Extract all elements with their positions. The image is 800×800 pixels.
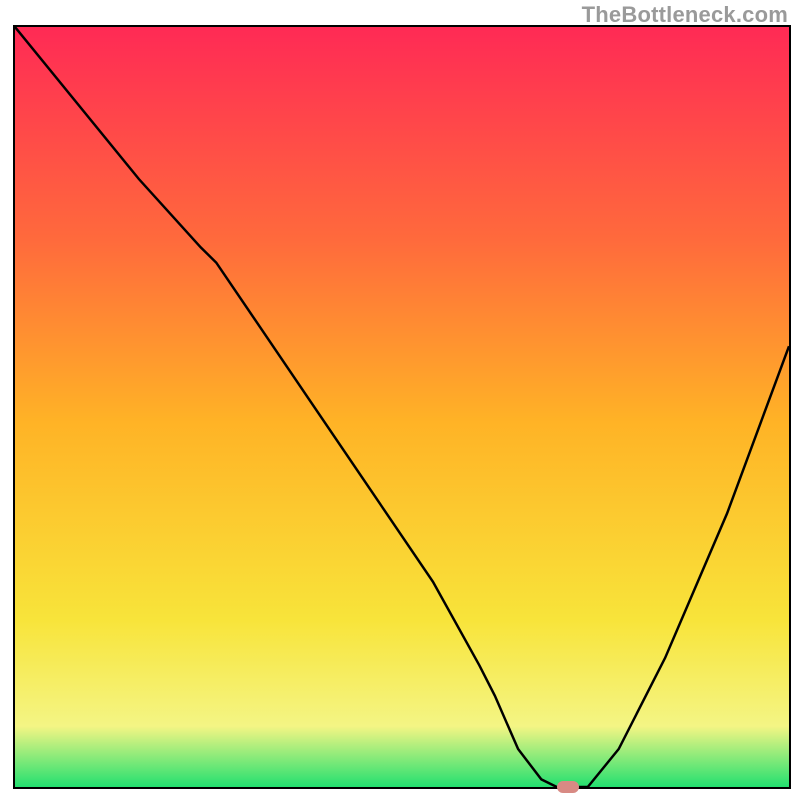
chart-frame: TheBottleneck.com: [0, 0, 800, 800]
axis-bottom: [13, 787, 791, 789]
optimal-point-marker: [557, 781, 579, 793]
axis-right: [789, 25, 791, 789]
plot-area: [15, 27, 789, 787]
bottleneck-curve: [15, 27, 789, 787]
